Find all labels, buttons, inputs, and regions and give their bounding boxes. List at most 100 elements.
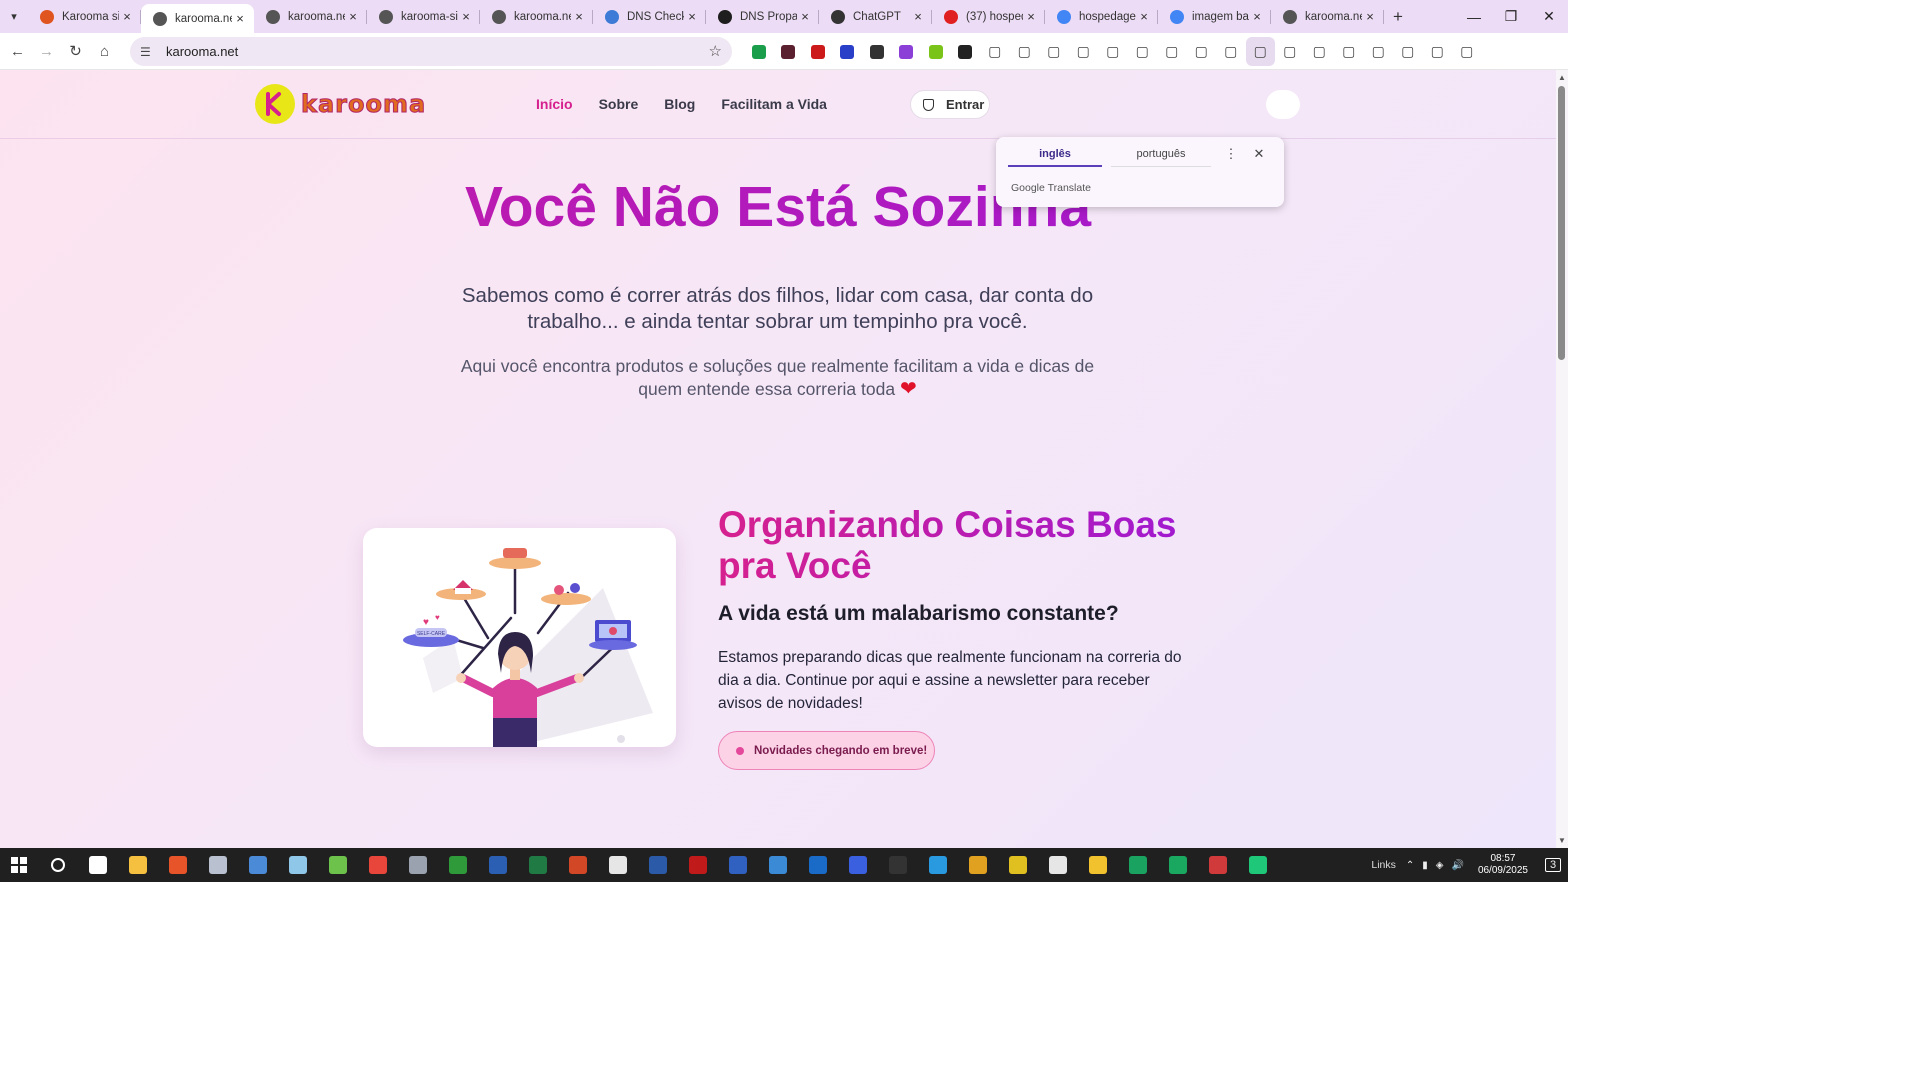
reading-mode-icon[interactable]: ▢ — [1305, 37, 1335, 66]
back-button[interactable]: ← — [3, 37, 32, 66]
excel-icon[interactable] — [518, 848, 558, 882]
tab-close-icon[interactable]: × — [571, 9, 587, 24]
ext-red-icon[interactable] — [803, 37, 833, 66]
app-outlook-icon[interactable] — [798, 848, 838, 882]
app-red-icon[interactable] — [158, 848, 198, 882]
tab-close-icon[interactable]: × — [1136, 9, 1152, 24]
volume-icon[interactable]: 🔊 — [1451, 860, 1463, 871]
ext-blue-icon[interactable] — [833, 37, 863, 66]
taskbar-clock[interactable]: 08:57 06/09/2025 — [1478, 853, 1528, 877]
app-whale-icon[interactable] — [918, 848, 958, 882]
ext-n-icon[interactable] — [951, 37, 981, 66]
nav-sobre[interactable]: Sobre — [599, 96, 639, 112]
wifi-icon[interactable]: ◈ — [1436, 860, 1444, 871]
scroll-down-icon[interactable]: ▼ — [1558, 836, 1566, 845]
page-scrollbar[interactable]: ▲ ▼ — [1556, 70, 1568, 848]
chrome-icon[interactable] — [958, 848, 998, 882]
browser-tab[interactable]: karooma-site× — [367, 0, 480, 33]
translate-close-icon[interactable]: ✕ — [1252, 145, 1266, 163]
tab-close-icon[interactable]: × — [345, 9, 361, 24]
translate-options-icon[interactable]: ⋮ — [1224, 146, 1238, 162]
tab-close-icon[interactable]: × — [797, 9, 813, 24]
translate-icon[interactable]: ▢ — [1245, 37, 1275, 66]
history-icon[interactable]: ▢ — [1128, 37, 1158, 66]
powershell-icon[interactable] — [638, 848, 678, 882]
translate-source-lang-tab[interactable]: inglês — [1008, 145, 1102, 167]
tab-close-icon[interactable]: × — [119, 9, 135, 24]
scroll-up-icon[interactable]: ▲ — [1558, 73, 1566, 82]
browser-tab[interactable]: Karooma site× — [28, 0, 141, 33]
link-icon[interactable]: ▢ — [1334, 37, 1364, 66]
task-view-icon[interactable] — [78, 848, 118, 882]
code-icon[interactable]: ▢ — [1423, 37, 1453, 66]
app-pencil-icon[interactable] — [278, 848, 318, 882]
restore-button[interactable]: ❐ — [1492, 0, 1530, 33]
word-icon[interactable] — [478, 848, 518, 882]
browser-tab[interactable]: karooma.net× — [480, 0, 593, 33]
tab-close-icon[interactable]: × — [1023, 9, 1039, 24]
app-grey-icon[interactable] — [198, 848, 238, 882]
bookmark-star-icon[interactable]: ☆ — [709, 42, 722, 60]
tray-chevron-icon[interactable]: ⌃ — [1406, 860, 1414, 871]
login-button[interactable]: Entrar — [910, 90, 990, 119]
new-tab-button[interactable]: + — [1384, 7, 1412, 27]
ext-lime-icon[interactable] — [921, 37, 951, 66]
nav-blog[interactable]: Blog — [664, 96, 695, 112]
browser-tab[interactable]: DNS Checker× — [593, 0, 706, 33]
calculator-icon[interactable] — [238, 848, 278, 882]
nav-facilitam-a-vida[interactable]: Facilitam a Vida — [721, 96, 827, 112]
terminal-icon[interactable] — [878, 848, 918, 882]
home-button[interactable]: ⌂ — [90, 37, 119, 66]
reload-button[interactable]: ↻ — [61, 37, 90, 66]
tab-close-icon[interactable]: × — [1249, 9, 1265, 24]
app-green-hex-icon[interactable] — [1158, 848, 1198, 882]
app-leaf-icon[interactable] — [438, 848, 478, 882]
battery-icon[interactable]: ▮ — [1422, 860, 1428, 871]
table-icon[interactable]: ▢ — [1393, 37, 1423, 66]
browser-tab[interactable]: karooma.net× — [141, 4, 254, 33]
app-dark-icon[interactable] — [1038, 848, 1078, 882]
forward-button[interactable]: → — [32, 37, 61, 66]
file-explorer-icon[interactable] — [118, 848, 158, 882]
search-icon[interactable] — [38, 848, 78, 882]
app-blue-doc-icon[interactable] — [758, 848, 798, 882]
tab-close-icon[interactable]: × — [232, 11, 248, 26]
site-info-icon[interactable]: ☰ — [140, 45, 158, 59]
ext-kp-icon[interactable] — [892, 37, 922, 66]
ext-dark-k-icon[interactable] — [862, 37, 892, 66]
nav-inicio[interactable]: Início — [536, 96, 573, 112]
site-logo[interactable]: karooma — [255, 84, 426, 124]
tab-close-icon[interactable]: × — [684, 9, 700, 24]
scroll-thumb[interactable] — [1558, 86, 1565, 360]
close-window-button[interactable]: ✕ — [1530, 0, 1568, 33]
qr-icon[interactable]: ▢ — [1275, 37, 1305, 66]
tab-close-icon[interactable]: × — [1362, 9, 1378, 24]
app-usb-icon[interactable] — [398, 848, 438, 882]
tab-close-icon[interactable]: × — [910, 9, 926, 24]
browser-tab[interactable]: hospedagem× — [1045, 0, 1158, 33]
tab-close-icon[interactable]: × — [458, 9, 474, 24]
print-icon[interactable]: ▢ — [1187, 37, 1217, 66]
ext-green-icon[interactable] — [744, 37, 774, 66]
app-blue-square-icon[interactable] — [718, 848, 758, 882]
chrome-profile-icon[interactable] — [1198, 848, 1238, 882]
karooma-app-icon[interactable] — [1238, 848, 1278, 882]
powerpoint-icon[interactable] — [558, 848, 598, 882]
browser-tab[interactable]: DNS Propag× — [706, 0, 819, 33]
app-diamond-icon[interactable] — [998, 848, 1038, 882]
browser-tab[interactable]: imagem base× — [1158, 0, 1271, 33]
devices-icon[interactable]: ▢ — [1364, 37, 1394, 66]
browser-tab[interactable]: (37) hospedagem× — [932, 0, 1045, 33]
drive-icon[interactable] — [1078, 848, 1118, 882]
ext-film-icon[interactable] — [774, 37, 804, 66]
download-icon[interactable]: ▢ — [1157, 37, 1187, 66]
address-bar[interactable]: ☰ karooma.net ☆ — [130, 37, 732, 66]
notification-center-icon[interactable]: 3 — [1538, 858, 1568, 872]
translate-target-lang-tab[interactable]: português — [1111, 145, 1211, 167]
app-green-ball-icon[interactable] — [318, 848, 358, 882]
app-swirl-icon[interactable] — [358, 848, 398, 882]
app-red-dark-icon[interactable] — [678, 848, 718, 882]
chrome-active-icon[interactable] — [1118, 848, 1158, 882]
pin-icon[interactable]: ▢ — [1069, 37, 1099, 66]
browser-tab[interactable]: karooma.net× — [254, 0, 367, 33]
